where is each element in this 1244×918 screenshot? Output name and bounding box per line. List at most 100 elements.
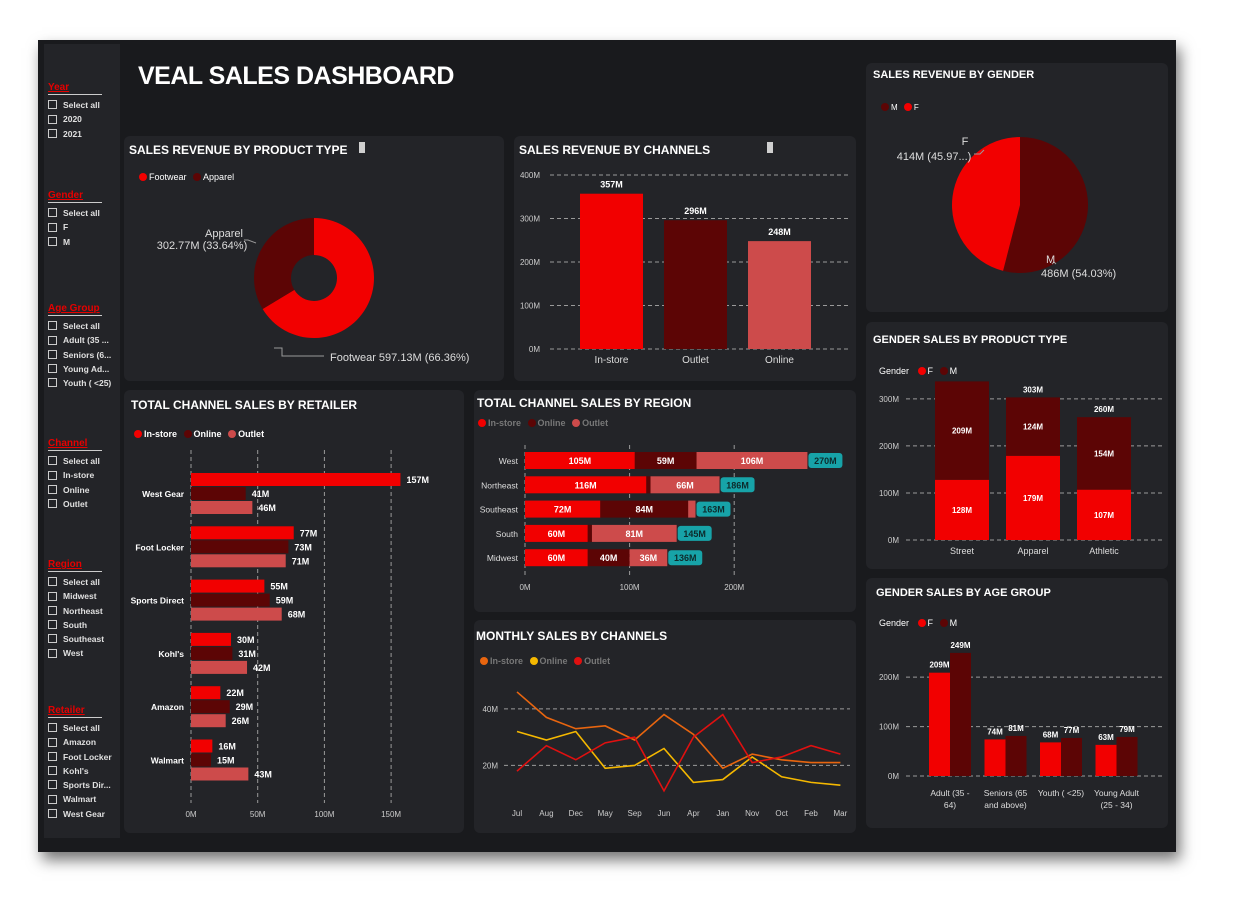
checkbox-icon[interactable] [48, 648, 57, 658]
filter-option[interactable]: Midwest [48, 589, 104, 603]
checkbox-icon[interactable] [48, 100, 57, 110]
filter-option[interactable]: Youth ( <25) [48, 376, 111, 390]
legend-item-instore[interactable]: In-store [480, 656, 523, 666]
bar-online [191, 487, 246, 500]
legend-item-m[interactable]: M [939, 618, 957, 628]
filter-option[interactable]: Adult (35 ... [48, 333, 111, 347]
filter-option[interactable]: West [48, 646, 104, 660]
filter-option[interactable]: Select all [48, 319, 111, 333]
filter-option[interactable]: 2020 [48, 112, 102, 126]
checkbox-icon[interactable] [48, 364, 57, 374]
filter-option[interactable]: Outlet [48, 497, 102, 511]
gender-product-stacked-bar-chart: 0M100M200M300M128M209M337MStreet179M124M… [879, 381, 1162, 556]
x-tick-label: 50M [250, 810, 266, 819]
bar-value-label: 40M [600, 553, 618, 563]
focus-mode-icon[interactable] [767, 142, 773, 153]
checkbox-icon[interactable] [48, 620, 57, 630]
legend-item-instore[interactable]: In-store [134, 429, 177, 439]
checkbox-icon[interactable] [48, 208, 57, 218]
checkbox-icon[interactable] [48, 780, 57, 790]
y-tick-label: 20M [482, 761, 498, 770]
checkbox-icon[interactable] [48, 499, 57, 509]
filter-option[interactable]: Kohl's [48, 764, 112, 778]
filter-option-label: West [63, 648, 84, 659]
bar-value-label: 59M [276, 596, 294, 606]
checkbox-icon[interactable] [48, 456, 57, 466]
checkbox-icon[interactable] [48, 378, 57, 388]
filter-option[interactable]: Northeast [48, 604, 104, 618]
legend-item-outlet[interactable]: Outlet [574, 656, 610, 666]
y-tick-label: Midwest [487, 553, 519, 563]
legend-item-footwear[interactable]: Footwear [139, 172, 187, 182]
retailer-title: TOTAL CHANNEL SALES BY RETAILER [131, 398, 358, 412]
filter-option[interactable]: Select all [48, 98, 102, 112]
filter-option[interactable]: Select all [48, 575, 104, 589]
legend-item-f[interactable]: F [917, 618, 933, 628]
legend-item-online[interactable]: Online [527, 418, 566, 428]
legend-item-f[interactable]: F [917, 366, 933, 376]
checkbox-icon[interactable] [48, 222, 57, 232]
filter-option[interactable]: F [48, 220, 102, 234]
filter-option[interactable]: Online [48, 483, 102, 497]
legend-item-outlet[interactable]: Outlet [572, 418, 608, 428]
filter-option-label: Outlet [63, 498, 88, 509]
filter-option-label: Select all [63, 321, 100, 331]
filter-option[interactable]: Select all [48, 721, 112, 735]
legend-item-outlet[interactable]: Outlet [228, 429, 264, 439]
legend-item-online[interactable]: Online [183, 429, 222, 439]
bar-value-label: 66M [676, 480, 694, 490]
legend-item-online[interactable]: Online [529, 656, 568, 666]
filter-option[interactable]: Walmart [48, 792, 112, 806]
legend-item-apparel[interactable]: Apparel [193, 172, 234, 182]
x-tick-label: Oct [775, 809, 788, 818]
bar-outlet [191, 501, 253, 514]
filter-option[interactable]: Select all [48, 454, 102, 468]
filter-option[interactable]: Southeast [48, 632, 104, 646]
checkbox-icon[interactable] [48, 809, 57, 819]
checkbox-icon[interactable] [48, 591, 57, 601]
checkbox-icon[interactable] [48, 321, 57, 331]
filter-option[interactable]: M [48, 235, 102, 249]
filter-option[interactable]: Select all [48, 206, 102, 220]
filter-title: Gender [48, 190, 102, 203]
x-tick-label: Feb [804, 809, 818, 818]
checkbox-icon[interactable] [48, 335, 57, 345]
checkbox-icon[interactable] [48, 484, 57, 494]
filter-option[interactable]: Young Ad... [48, 362, 111, 376]
checkbox-icon[interactable] [48, 723, 57, 733]
filter-option[interactable]: 2021 [48, 127, 102, 141]
filter-option[interactable]: Foot Locker [48, 750, 112, 764]
checkbox-icon[interactable] [48, 577, 57, 587]
filter-option[interactable]: South [48, 618, 104, 632]
checkbox-icon[interactable] [48, 114, 57, 124]
checkbox-icon[interactable] [48, 634, 57, 644]
checkbox-icon[interactable] [48, 236, 57, 246]
legend-item-instore[interactable]: In-store [478, 418, 521, 428]
filter-option[interactable]: Seniors (6... [48, 348, 111, 362]
checkbox-icon[interactable] [48, 128, 57, 138]
checkbox-icon[interactable] [48, 605, 57, 615]
y-tick-label: West [499, 456, 519, 466]
filter-option[interactable]: Amazon [48, 735, 112, 749]
filter-option-label: In-store [63, 470, 95, 481]
gender-pie-chart: F 414M (45.97...) M 486M (54.03%) [897, 136, 1117, 280]
checkbox-icon[interactable] [48, 794, 57, 804]
filter-option[interactable]: Sports Dir... [48, 778, 112, 792]
filter-option[interactable]: West Gear [48, 807, 112, 821]
legend-item-m[interactable]: M [939, 366, 957, 376]
checkbox-icon[interactable] [48, 470, 57, 480]
checkbox-icon[interactable] [48, 766, 57, 776]
bar-value-label: 248M [768, 227, 791, 237]
x-tick-label: Sep [627, 809, 642, 818]
focus-mode-icon[interactable] [359, 142, 365, 153]
filter-option-label: Online [63, 484, 90, 495]
legend-dot-icon [939, 618, 948, 627]
bar-value-label: 124M [1023, 423, 1043, 432]
checkbox-icon[interactable] [48, 751, 57, 761]
legend-item-m[interactable]: M [881, 102, 898, 112]
checkbox-icon[interactable] [48, 737, 57, 747]
checkbox-icon[interactable] [48, 349, 57, 359]
filter-option[interactable]: In-store [48, 468, 102, 482]
bar-value-label: 128M [952, 506, 972, 515]
legend-item-f[interactable]: F [903, 102, 919, 112]
